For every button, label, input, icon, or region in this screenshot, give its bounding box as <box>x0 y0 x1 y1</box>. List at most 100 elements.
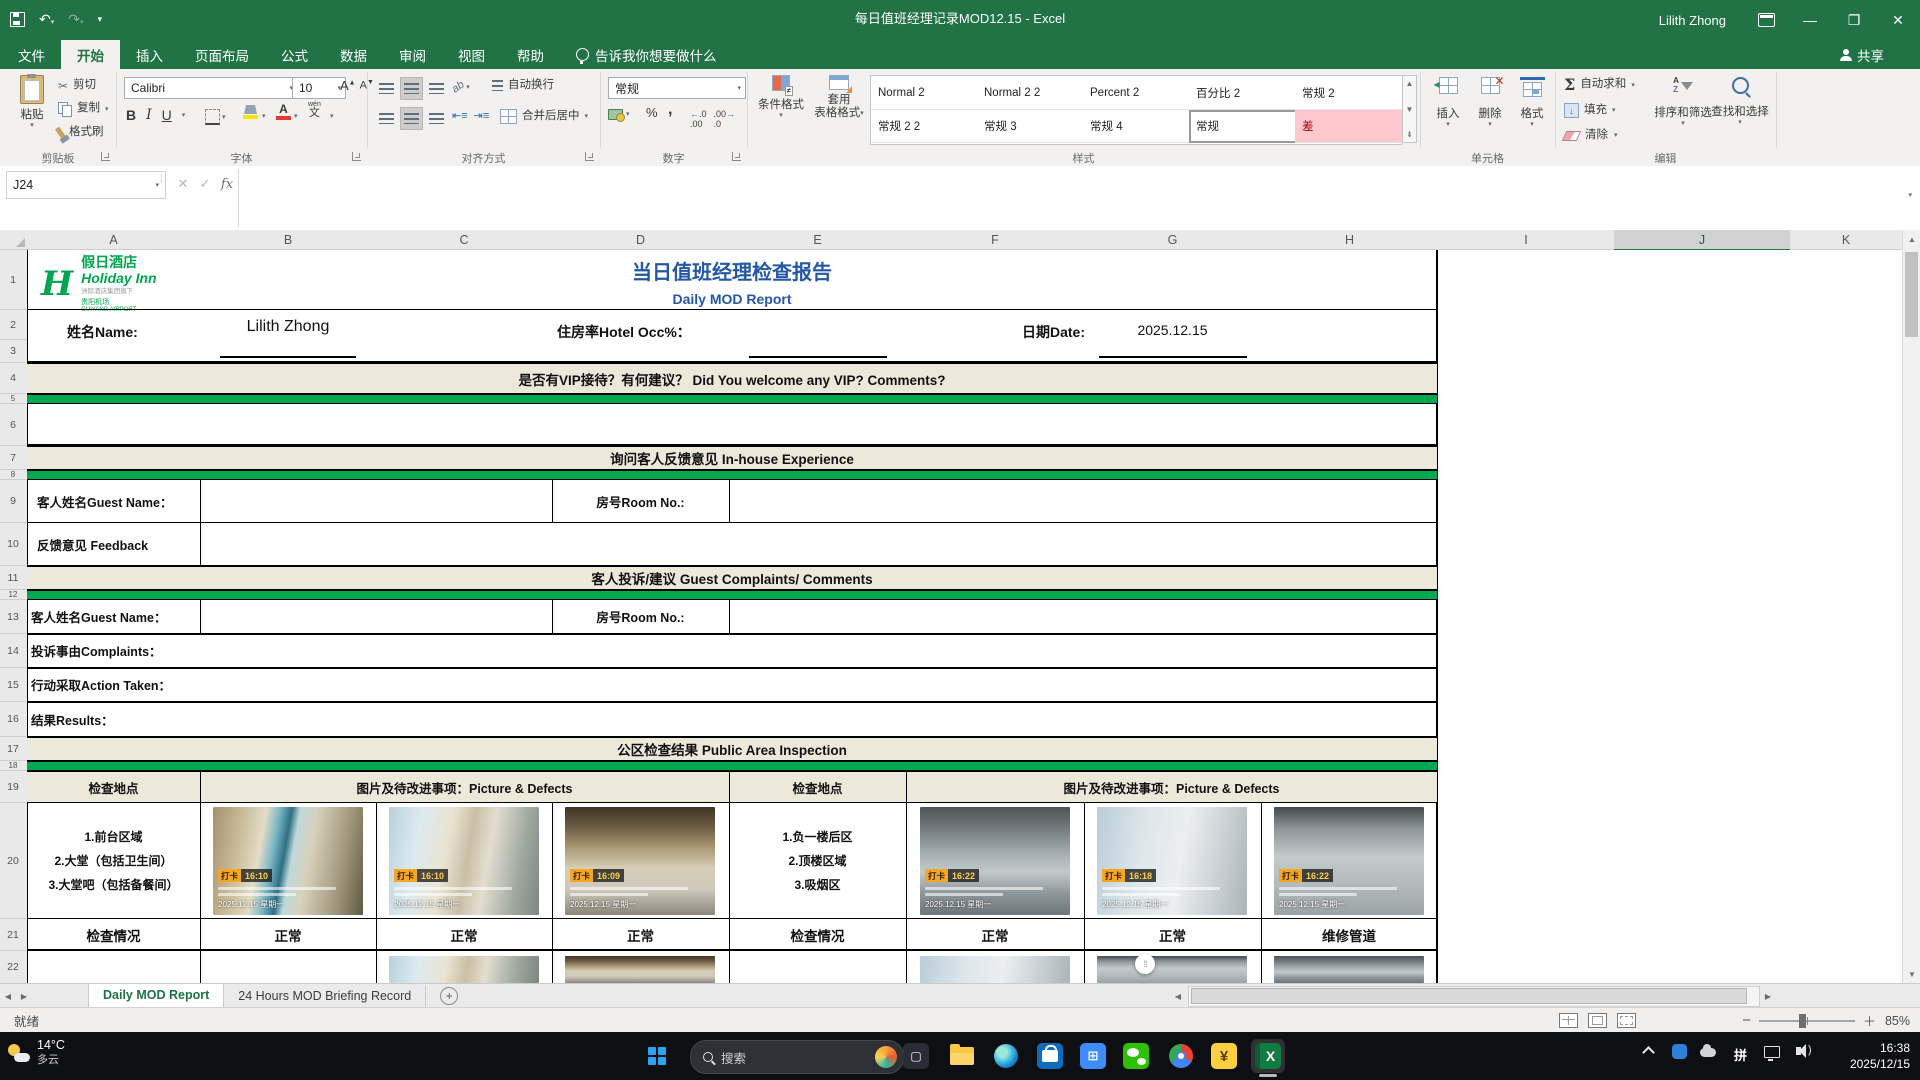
font-family-combo[interactable]: Calibri▾ <box>124 77 298 99</box>
select-all-corner[interactable] <box>0 230 28 250</box>
tab-page-layout[interactable]: 页面布局 <box>179 40 265 69</box>
restore-button[interactable]: ❐ <box>1832 3 1876 37</box>
tab-file[interactable]: 文件 <box>2 40 61 69</box>
hscroll-left-icon[interactable]: ◀ <box>1170 985 1186 1008</box>
scroll-up-icon[interactable]: ▲ <box>1903 230 1920 248</box>
orientation-button[interactable]: ab ▾ <box>452 81 470 93</box>
sheet-nav-right-icon[interactable]: ▶ <box>16 985 32 1008</box>
number-format-combo[interactable]: 常规▾ <box>608 77 746 99</box>
row-header[interactable]: 20 <box>0 803 26 919</box>
horizontal-scroll-thumb[interactable] <box>1191 988 1747 1004</box>
inspection-photo-basement[interactable]: 打卡16:22 2025.12.15 星期一 <box>920 807 1070 915</box>
row-header[interactable]: 19 <box>0 771 26 803</box>
top-align-icon[interactable] <box>376 78 397 99</box>
drag-handle[interactable]: ⁞⁞ <box>1135 954 1155 974</box>
grow-font-icon[interactable]: A▲ <box>340 78 356 93</box>
row-header[interactable]: 1 <box>0 250 26 310</box>
expand-formula-bar-icon[interactable]: ▾ <box>1908 192 1912 199</box>
row-header[interactable]: 9 <box>0 480 26 523</box>
taskbar-app-blue[interactable]: ⊞ <box>1076 1039 1110 1073</box>
fill-color-arrow[interactable]: ▾ <box>262 113 266 120</box>
row-header[interactable]: 8 <box>0 470 26 480</box>
sheet-tab-daily-mod[interactable]: Daily MOD Report <box>88 984 224 1009</box>
style-bad[interactable]: 差 <box>1295 110 1407 143</box>
inspection-photo-partial[interactable] <box>565 956 715 983</box>
bold-icon[interactable]: B <box>126 107 136 123</box>
ribbon-display-options-button[interactable] <box>1744 3 1788 37</box>
tab-insert[interactable]: 插入 <box>120 40 179 69</box>
excel-taskbar-icon[interactable]: X <box>1251 1039 1285 1073</box>
close-button[interactable]: ✕ <box>1876 3 1920 37</box>
worksheet[interactable]: H 假日酒店 Holiday Inn 洲际酒店集团旗下 贵阳机场 GUIYANG… <box>27 250 1902 983</box>
row-header[interactable]: 18 <box>0 761 26 771</box>
bing-daily-icon[interactable] <box>875 1046 897 1068</box>
style-percent2[interactable]: Percent 2 <box>1083 76 1196 110</box>
tab-help[interactable]: 帮助 <box>501 40 560 69</box>
row-header[interactable]: 5 <box>0 394 26 404</box>
underline-icon[interactable]: U <box>162 107 172 123</box>
scroll-down-icon[interactable]: ▼ <box>1903 965 1920 983</box>
sort-filter-button[interactable]: AZ 排序和筛选▾ <box>1652 77 1714 127</box>
row-header[interactable]: 11 <box>0 566 26 590</box>
gallery-scroll-down-icon[interactable]: ▼ <box>1406 105 1414 114</box>
paste-button[interactable]: 粘贴 ▾ <box>10 75 54 129</box>
row-header[interactable]: 7 <box>0 446 26 470</box>
align-center-icon[interactable] <box>400 107 423 130</box>
font-color-button[interactable]: A <box>276 103 291 120</box>
clock[interactable]: 16:38 2025/12/15 <box>1850 1040 1910 1072</box>
accounting-format-button[interactable]: ▾ <box>608 109 630 120</box>
onedrive-cloud-icon[interactable] <box>1700 1048 1716 1057</box>
borders-button[interactable]: ▾ <box>205 109 226 125</box>
page-layout-view-icon[interactable] <box>1588 1013 1607 1028</box>
phonetic-button[interactable]: wén 文 <box>308 101 321 119</box>
column-header-i[interactable]: I <box>1438 230 1615 250</box>
finance-app-icon[interactable]: ¥ <box>1207 1039 1241 1073</box>
autosum-button[interactable]: Σ 自动求和▾ <box>1564 77 1635 93</box>
zoom-in-icon[interactable]: ＋ <box>1863 1011 1876 1030</box>
align-right-icon[interactable] <box>426 108 447 129</box>
insert-function-icon[interactable]: fx <box>216 177 238 192</box>
column-header-c[interactable]: C <box>376 230 553 250</box>
horizontal-scrollbar[interactable] <box>1188 986 1760 1007</box>
inspection-photo-partial[interactable] <box>1274 956 1424 983</box>
gallery-more-icon[interactable]: ⇟ <box>1406 130 1413 139</box>
name-box[interactable]: J24▾ <box>6 171 166 199</box>
gallery-scroll-up-icon[interactable]: ▲ <box>1406 79 1414 88</box>
column-header-f[interactable]: F <box>906 230 1085 250</box>
hscroll-right-icon[interactable]: ▶ <box>1760 985 1776 1008</box>
phonetic-arrow[interactable]: ▾ <box>330 113 334 120</box>
inspection-photo-partial[interactable] <box>920 956 1070 983</box>
style-changgui3[interactable]: 常规 3 <box>977 110 1090 143</box>
clear-button[interactable]: 清除▾ <box>1564 129 1618 142</box>
align-left-icon[interactable] <box>376 108 397 129</box>
formula-input[interactable] <box>239 166 1894 229</box>
number-dialog-launcher-icon[interactable] <box>732 152 741 161</box>
column-header-j-selected[interactable]: J <box>1614 230 1791 251</box>
alignment-dialog-launcher-icon[interactable] <box>585 152 594 161</box>
inspection-photo-lobbybar[interactable]: 打卡16:09 2025.12.15 星期一 <box>565 807 715 915</box>
network-icon[interactable] <box>1764 1046 1780 1058</box>
column-header-d[interactable]: D <box>552 230 730 250</box>
comma-style-icon[interactable]: , <box>668 101 672 119</box>
middle-align-icon[interactable] <box>400 77 423 100</box>
font-dialog-launcher-icon[interactable] <box>352 152 361 161</box>
merge-center-button[interactable]: 合并后居中▾ <box>500 109 588 124</box>
wechat-icon[interactable] <box>1119 1039 1153 1073</box>
delete-cells-button[interactable]: ✕ 删除▾ <box>1470 77 1510 128</box>
taskbar-app-dark[interactable]: ▢ <box>899 1039 933 1073</box>
style-baifenbi2[interactable]: 百分比 2 <box>1189 76 1302 110</box>
fill-color-button[interactable] <box>243 105 258 119</box>
column-header-b[interactable]: B <box>200 230 377 250</box>
tray-chevron-up-icon[interactable] <box>1644 1044 1653 1057</box>
taskbar-search[interactable]: 搜索 <box>690 1040 904 1074</box>
row-header[interactable]: 16 <box>0 702 26 737</box>
zoom-out-icon[interactable]: − <box>1742 1012 1751 1029</box>
percent-style-icon[interactable]: % <box>646 105 658 120</box>
tab-data[interactable]: 数据 <box>324 40 383 69</box>
tray-app-icon[interactable] <box>1672 1044 1687 1059</box>
decrease-indent-icon[interactable]: ⇤≡ <box>452 109 468 122</box>
cancel-formula-icon[interactable]: ✕ <box>172 176 194 192</box>
tab-review[interactable]: 审阅 <box>383 40 442 69</box>
row-header[interactable]: 15 <box>0 668 26 702</box>
style-changgui4[interactable]: 常规 4 <box>1083 110 1196 143</box>
